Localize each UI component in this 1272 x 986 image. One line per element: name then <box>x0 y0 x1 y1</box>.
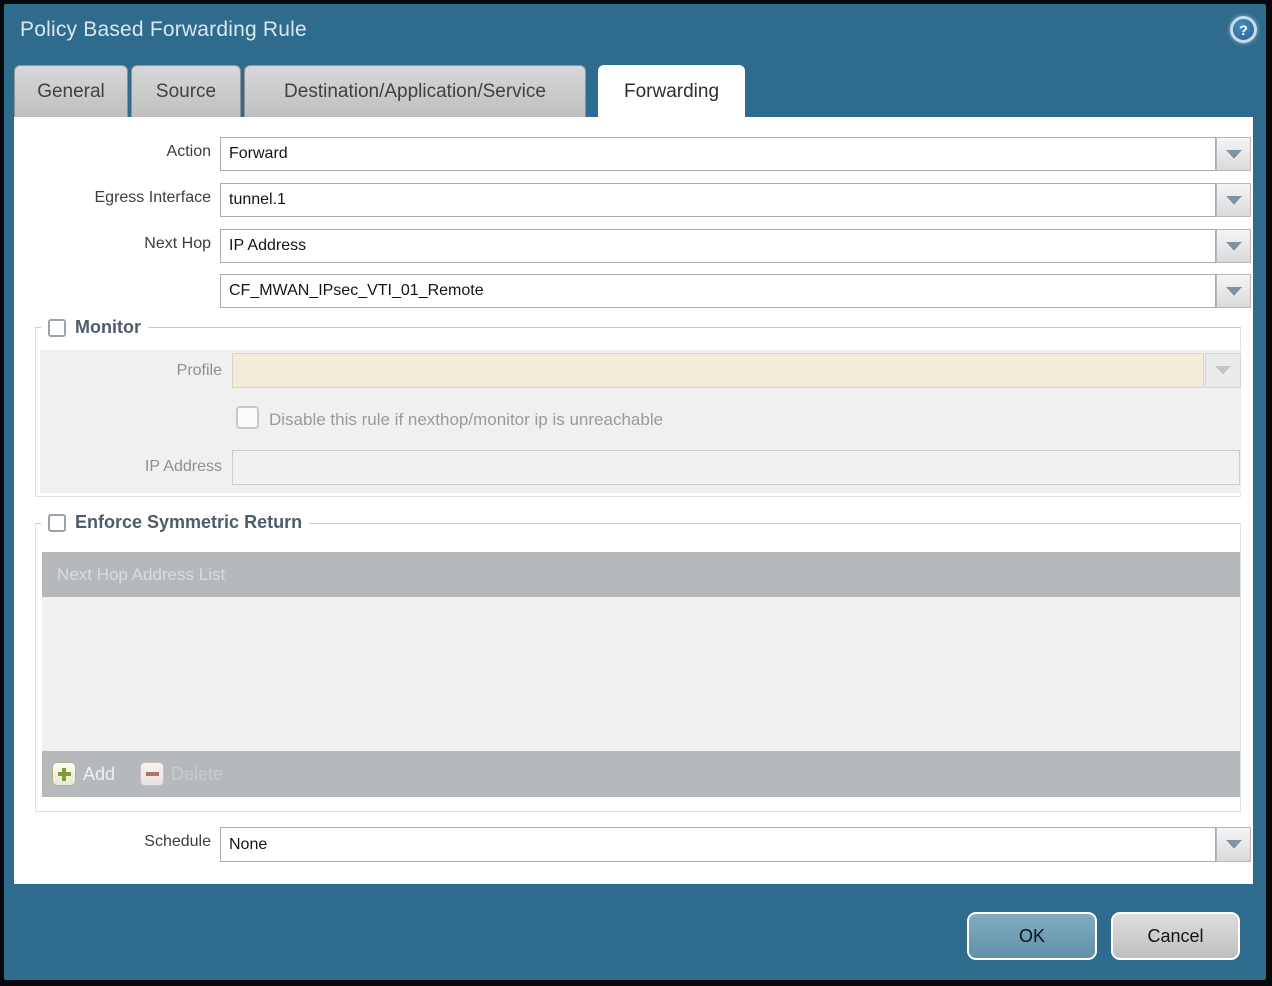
ok-button-label: OK <box>1019 926 1045 947</box>
enforce-symmetric-return-checkbox[interactable] <box>48 514 66 532</box>
chevron-down-icon <box>1226 840 1242 849</box>
cancel-button-label: Cancel <box>1147 926 1203 947</box>
schedule-dropdown-button[interactable] <box>1216 827 1251 862</box>
schedule-input[interactable] <box>220 827 1216 862</box>
monitor-ip-address-label: IP Address <box>35 458 222 476</box>
egress-interface-dropdown-button[interactable] <box>1216 183 1251 217</box>
pbf-rule-dialog: Policy Based Forwarding Rule ? General S… <box>0 0 1272 986</box>
schedule-label: Schedule <box>14 833 211 851</box>
delete-button-label: Delete <box>171 764 223 785</box>
minus-icon <box>140 762 164 786</box>
tab-general[interactable]: General <box>14 65 128 117</box>
next-hop-address-table-footer: Add Delete <box>42 751 1240 797</box>
monitor-ip-address-input[interactable] <box>232 450 1240 485</box>
plus-icon <box>52 762 76 786</box>
next-hop-type-dropdown-button[interactable] <box>1216 229 1251 263</box>
tab-destination-application-service[interactable]: Destination/Application/Service <box>244 65 586 117</box>
tab-source[interactable]: Source <box>131 65 241 117</box>
ok-button[interactable]: OK <box>967 912 1097 960</box>
column-header-label: Next Hop Address List <box>57 565 225 584</box>
chevron-down-icon <box>1226 287 1242 296</box>
delete-button[interactable]: Delete <box>140 762 223 786</box>
egress-interface-input[interactable] <box>220 183 1216 217</box>
add-button[interactable]: Add <box>52 762 115 786</box>
profile-label: Profile <box>35 362 222 380</box>
tab-label: Source <box>156 81 216 103</box>
disable-rule-checkbox[interactable] <box>236 406 259 429</box>
disable-rule-label: Disable this rule if nexthop/monitor ip … <box>269 410 663 430</box>
monitor-legend: Monitor <box>41 317 148 338</box>
next-hop-address-table: Next Hop Address List Add Delete <box>42 552 1240 797</box>
monitor-legend-label: Monitor <box>75 317 141 338</box>
tab-label: Destination/Application/Service <box>284 81 546 103</box>
enforce-symmetric-return-legend-label: Enforce Symmetric Return <box>75 512 302 533</box>
next-hop-address-table-body[interactable] <box>42 597 1240 751</box>
next-hop-label: Next Hop <box>14 235 211 253</box>
action-input[interactable] <box>220 137 1216 171</box>
next-hop-type-input[interactable] <box>220 229 1216 263</box>
tab-forwarding[interactable]: Forwarding <box>598 65 745 119</box>
chevron-down-icon <box>1226 242 1242 251</box>
action-label: Action <box>14 143 211 161</box>
chevron-down-icon <box>1215 366 1231 375</box>
monitor-profile-dropdown-button[interactable] <box>1205 353 1241 388</box>
tab-label: General <box>37 81 105 103</box>
dialog-title: Policy Based Forwarding Rule <box>20 18 307 42</box>
next-hop-address-input[interactable] <box>220 274 1216 308</box>
cancel-button[interactable]: Cancel <box>1111 912 1240 960</box>
next-hop-address-dropdown-button[interactable] <box>1216 274 1251 308</box>
tab-label: Forwarding <box>624 81 719 103</box>
question-mark-glyph: ? <box>1239 22 1248 38</box>
egress-interface-label: Egress Interface <box>14 189 211 207</box>
action-dropdown-button[interactable] <box>1216 137 1251 171</box>
chevron-down-icon <box>1226 196 1242 205</box>
chevron-down-icon <box>1226 150 1242 159</box>
add-button-label: Add <box>83 764 115 785</box>
enforce-symmetric-return-legend: Enforce Symmetric Return <box>41 512 309 533</box>
help-icon[interactable]: ? <box>1230 16 1257 43</box>
monitor-profile-input[interactable] <box>232 353 1204 388</box>
next-hop-address-list-header: Next Hop Address List <box>42 552 1240 597</box>
monitor-checkbox[interactable] <box>48 319 66 337</box>
